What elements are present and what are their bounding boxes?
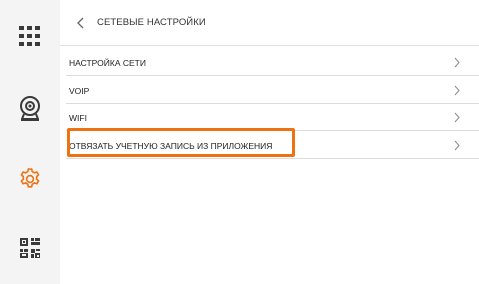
menu-item-voip[interactable]: VOIP [66, 76, 479, 104]
grid-icon [19, 26, 40, 46]
main-panel: СЕТЕВЫЕ НАСТРОЙКИ НАСТРОЙКА СЕТИ VOIP WI… [60, 0, 479, 284]
menu-item-network-setup[interactable]: НАСТРОЙКА СЕТИ [66, 48, 479, 76]
sidebar [0, 0, 60, 284]
menu-item-wifi[interactable]: WIFI [66, 103, 479, 131]
chevron-right-icon [454, 85, 460, 96]
menu-item-label: VOIP [69, 86, 90, 96]
menu-item-label: ОТВЯЗАТЬ УЧЕТНУЮ ЗАПИСЬ ИЗ ПРИЛОЖЕНИЯ [69, 141, 273, 151]
page-title: СЕТЕВЫЕ НАСТРОЙКИ [97, 17, 206, 28]
qr-code-icon [20, 238, 40, 258]
camera-icon [20, 96, 40, 121]
sidebar-item-apps[interactable] [0, 22, 60, 50]
chevron-right-icon [454, 140, 460, 151]
sidebar-item-settings[interactable] [0, 164, 60, 194]
chevron-left-icon[interactable] [74, 16, 88, 30]
gear-icon [20, 168, 40, 188]
sidebar-item-camera[interactable] [0, 92, 60, 126]
page-header: СЕТЕВЫЕ НАСТРОЙКИ [60, 0, 479, 46]
chevron-right-icon [454, 112, 460, 123]
sidebar-item-qr[interactable] [0, 234, 60, 262]
menu-item-unlink-account[interactable]: ОТВЯЗАТЬ УЧЕТНУЮ ЗАПИСЬ ИЗ ПРИЛОЖЕНИЯ [66, 131, 479, 159]
chevron-right-icon [454, 57, 460, 68]
app-window: СЕТЕВЫЕ НАСТРОЙКИ НАСТРОЙКА СЕТИ VOIP WI… [0, 0, 479, 284]
menu-item-label: WIFI [69, 113, 87, 123]
menu-item-label: НАСТРОЙКА СЕТИ [69, 58, 146, 68]
